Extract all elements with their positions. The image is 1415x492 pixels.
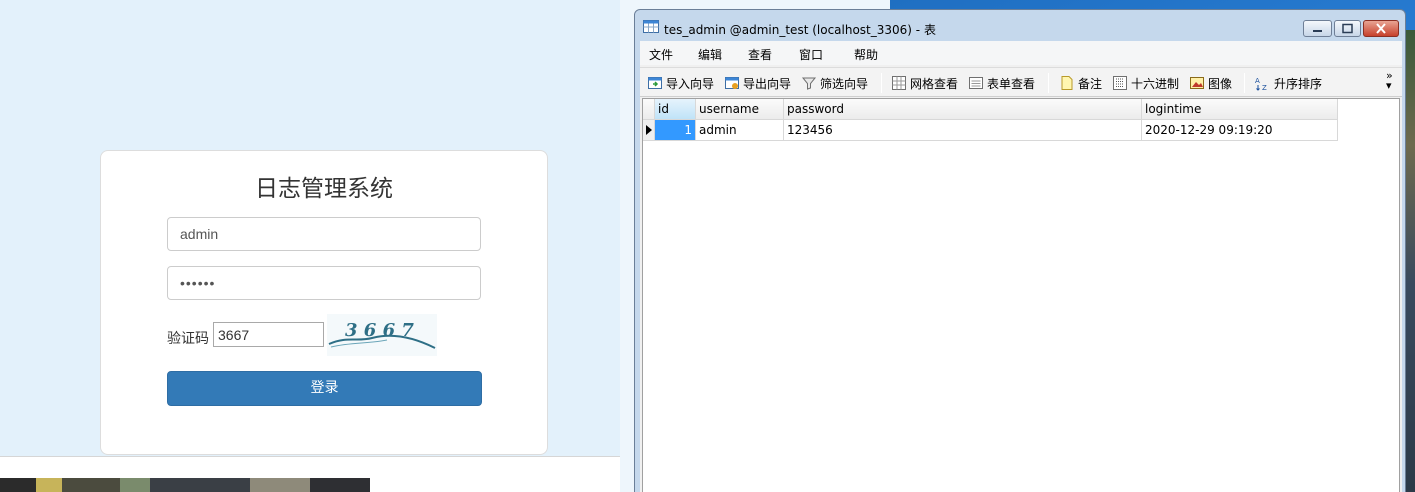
- window-title: tes_admin @admin_test (localhost_3306) -…: [664, 23, 936, 37]
- login-card: 日志管理系统 验证码 3 6 6 7 登录: [100, 150, 548, 455]
- sort-ascending-label: 升序排序: [1274, 76, 1323, 91]
- captcha-text: 3 6 6 7: [345, 320, 414, 341]
- table-icon: [643, 20, 659, 33]
- hex-label: 十六进制: [1131, 76, 1180, 91]
- menu-window[interactable]: 窗口: [799, 46, 823, 63]
- captcha-image[interactable]: 3 6 6 7: [327, 314, 437, 356]
- image-icon: [1190, 77, 1204, 89]
- form-view-button[interactable]: 表单查看: [968, 74, 1035, 92]
- import-wizard-button[interactable]: 导入向导: [647, 74, 714, 92]
- close-button[interactable]: [1363, 20, 1399, 37]
- svg-text:Z: Z: [1262, 84, 1267, 91]
- memo-label: 备注: [1078, 76, 1103, 91]
- import-wizard-label: 导入向导: [666, 76, 715, 91]
- login-title: 日志管理系统: [255, 176, 393, 202]
- form-icon: [969, 77, 983, 89]
- grid-icon: [892, 76, 906, 90]
- menu-view[interactable]: 查看: [748, 46, 772, 63]
- export-icon: [725, 77, 739, 89]
- window-client: 文件 编辑 查看 窗口 帮助 导入向导 导出向导 筛选向导 网格查看 表单查看 …: [640, 41, 1402, 492]
- captcha-label: 验证码: [167, 331, 209, 347]
- menu-help[interactable]: 帮助: [854, 46, 878, 63]
- minimize-icon: [1313, 30, 1322, 32]
- data-grid[interactable]: id username password logintime 1 admin 1…: [642, 98, 1400, 492]
- export-wizard-button[interactable]: 导出向导: [724, 74, 791, 92]
- table-window: tes_admin @admin_test (localhost_3306) -…: [634, 9, 1406, 492]
- toolbar-separator: [1244, 73, 1245, 93]
- toolbar-separator: [1048, 73, 1049, 93]
- sort-ascending-icon: A Z: [1255, 77, 1267, 91]
- filter-icon: [801, 77, 817, 90]
- cell-username[interactable]: admin: [696, 120, 784, 141]
- image-button[interactable]: 图像: [1189, 74, 1232, 92]
- background-photo-strip: [0, 478, 370, 492]
- close-icon: [1376, 23, 1386, 34]
- image-label: 图像: [1208, 76, 1233, 91]
- maximize-button[interactable]: [1334, 20, 1361, 37]
- cell-password[interactable]: 123456: [784, 120, 1142, 141]
- current-row-indicator-icon: [643, 120, 655, 141]
- menu-file[interactable]: 文件: [649, 46, 673, 63]
- toolbar-overflow-icon[interactable]: » ▾: [1386, 70, 1393, 91]
- hex-button[interactable]: 十六进制: [1112, 74, 1179, 92]
- grid-header: id username password logintime: [643, 99, 1338, 120]
- table-row[interactable]: 1 admin 123456 2020-12-29 09:19:20: [643, 120, 1338, 141]
- column-header-id[interactable]: id: [655, 99, 696, 120]
- hex-icon: [1113, 76, 1127, 90]
- grid-view-label: 网格查看: [910, 76, 959, 91]
- username-input[interactable]: [167, 217, 481, 251]
- column-header-password[interactable]: password: [784, 99, 1142, 120]
- sort-ascending-button[interactable]: A Z 升序排序: [1255, 74, 1322, 92]
- cell-logintime[interactable]: 2020-12-29 09:19:20: [1142, 120, 1338, 141]
- toolbar: 导入向导 导出向导 筛选向导 网格查看 表单查看 备注 十六进制 图像 A Z …: [640, 67, 1402, 97]
- login-button[interactable]: 登录: [167, 371, 482, 406]
- cell-id[interactable]: 1: [655, 120, 696, 141]
- captcha-input[interactable]: [213, 322, 324, 347]
- captcha-graphic: 3 6 6 7: [328, 320, 436, 349]
- memo-icon: [1061, 76, 1073, 90]
- window-titlebar[interactable]: tes_admin @admin_test (localhost_3306) -…: [635, 10, 1405, 40]
- row-indicator-header: [643, 99, 655, 120]
- export-wizard-label: 导出向导: [743, 76, 792, 91]
- maximize-icon: [1342, 23, 1353, 34]
- minimize-button[interactable]: [1303, 20, 1332, 37]
- svg-text:A: A: [1255, 77, 1260, 85]
- import-icon: [648, 77, 662, 89]
- memo-button[interactable]: 备注: [1059, 74, 1102, 92]
- grid-view-button[interactable]: 网格查看: [891, 74, 958, 92]
- toolbar-separator: [881, 73, 882, 93]
- filter-wizard-button[interactable]: 筛选向导: [801, 74, 868, 92]
- filter-wizard-label: 筛选向导: [820, 76, 869, 91]
- column-header-logintime[interactable]: logintime: [1142, 99, 1338, 120]
- column-header-username[interactable]: username: [696, 99, 784, 120]
- password-input[interactable]: [167, 266, 481, 300]
- menu-bar: 文件 编辑 查看 窗口 帮助: [640, 41, 1402, 65]
- menu-edit[interactable]: 编辑: [698, 46, 722, 63]
- form-view-label: 表单查看: [987, 76, 1036, 91]
